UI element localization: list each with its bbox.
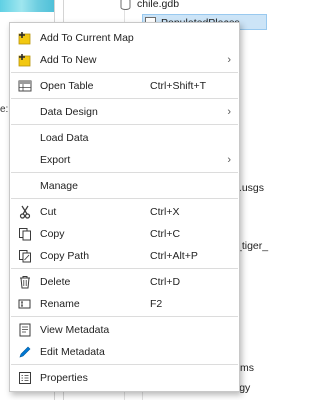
add-to-new-icon	[18, 54, 31, 67]
menu-item-edit-metadata[interactable]: Edit Metadata	[10, 341, 239, 363]
menu-item-view-metadata[interactable]: View Metadata	[10, 319, 239, 341]
geodatabase-icon	[120, 0, 131, 10]
menu-item-properties[interactable]: Properties	[10, 367, 239, 389]
add-to-map-icon	[18, 32, 31, 45]
edit-metadata-icon	[19, 346, 31, 358]
menu-item-add-to-current-map[interactable]: Add To Current Map	[10, 27, 239, 49]
rename-icon	[18, 299, 31, 309]
menu-item-copy[interactable]: Copy Ctrl+C	[10, 223, 239, 245]
table-icon	[18, 80, 32, 92]
copy-icon	[19, 228, 31, 241]
menu-item-add-to-new[interactable]: Add To New ›	[10, 49, 239, 71]
copy-path-icon	[19, 250, 31, 263]
menu-separator	[11, 268, 238, 269]
menu-item-data-design[interactable]: Data Design ›	[10, 101, 239, 123]
menu-separator	[11, 364, 238, 365]
menu-item-export[interactable]: Export ›	[10, 149, 239, 171]
tree-item-label: chile.gdb	[137, 0, 180, 10]
menu-item-load-data[interactable]: Load Data	[10, 127, 239, 149]
tree-item-geodatabase[interactable]: chile.gdb	[120, 0, 260, 12]
menu-item-delete[interactable]: Delete Ctrl+D	[10, 271, 239, 293]
menu-separator	[11, 72, 238, 73]
tree-item-fragment[interactable]: ms	[240, 362, 254, 374]
delete-icon	[20, 276, 30, 289]
cut-icon	[19, 205, 31, 219]
menu-separator	[11, 98, 238, 99]
menu-item-manage[interactable]: Manage	[10, 175, 239, 197]
tree-item-fragment[interactable]: r.usgs	[236, 182, 264, 194]
menu-item-copy-path[interactable]: Copy Path Ctrl+Alt+P	[10, 245, 239, 267]
menu-separator	[11, 172, 238, 173]
menu-item-cut[interactable]: Cut Ctrl+X	[10, 201, 239, 223]
properties-icon	[19, 372, 31, 384]
submenu-arrow-icon: ›	[227, 154, 231, 166]
menu-separator	[11, 124, 238, 125]
menu-item-rename[interactable]: Rename F2	[10, 293, 239, 315]
view-metadata-icon	[19, 323, 31, 337]
context-menu: Add To Current Map Add To New › Open Tab…	[9, 22, 240, 392]
menu-item-open-table[interactable]: Open Table Ctrl+Shift+T	[10, 75, 239, 97]
menu-separator	[11, 316, 238, 317]
submenu-arrow-icon: ›	[227, 54, 231, 66]
tree-item-fragment[interactable]: _tiger_	[236, 240, 268, 252]
menu-separator	[11, 198, 238, 199]
map-view-strip	[0, 0, 54, 12]
submenu-arrow-icon: ›	[227, 106, 231, 118]
